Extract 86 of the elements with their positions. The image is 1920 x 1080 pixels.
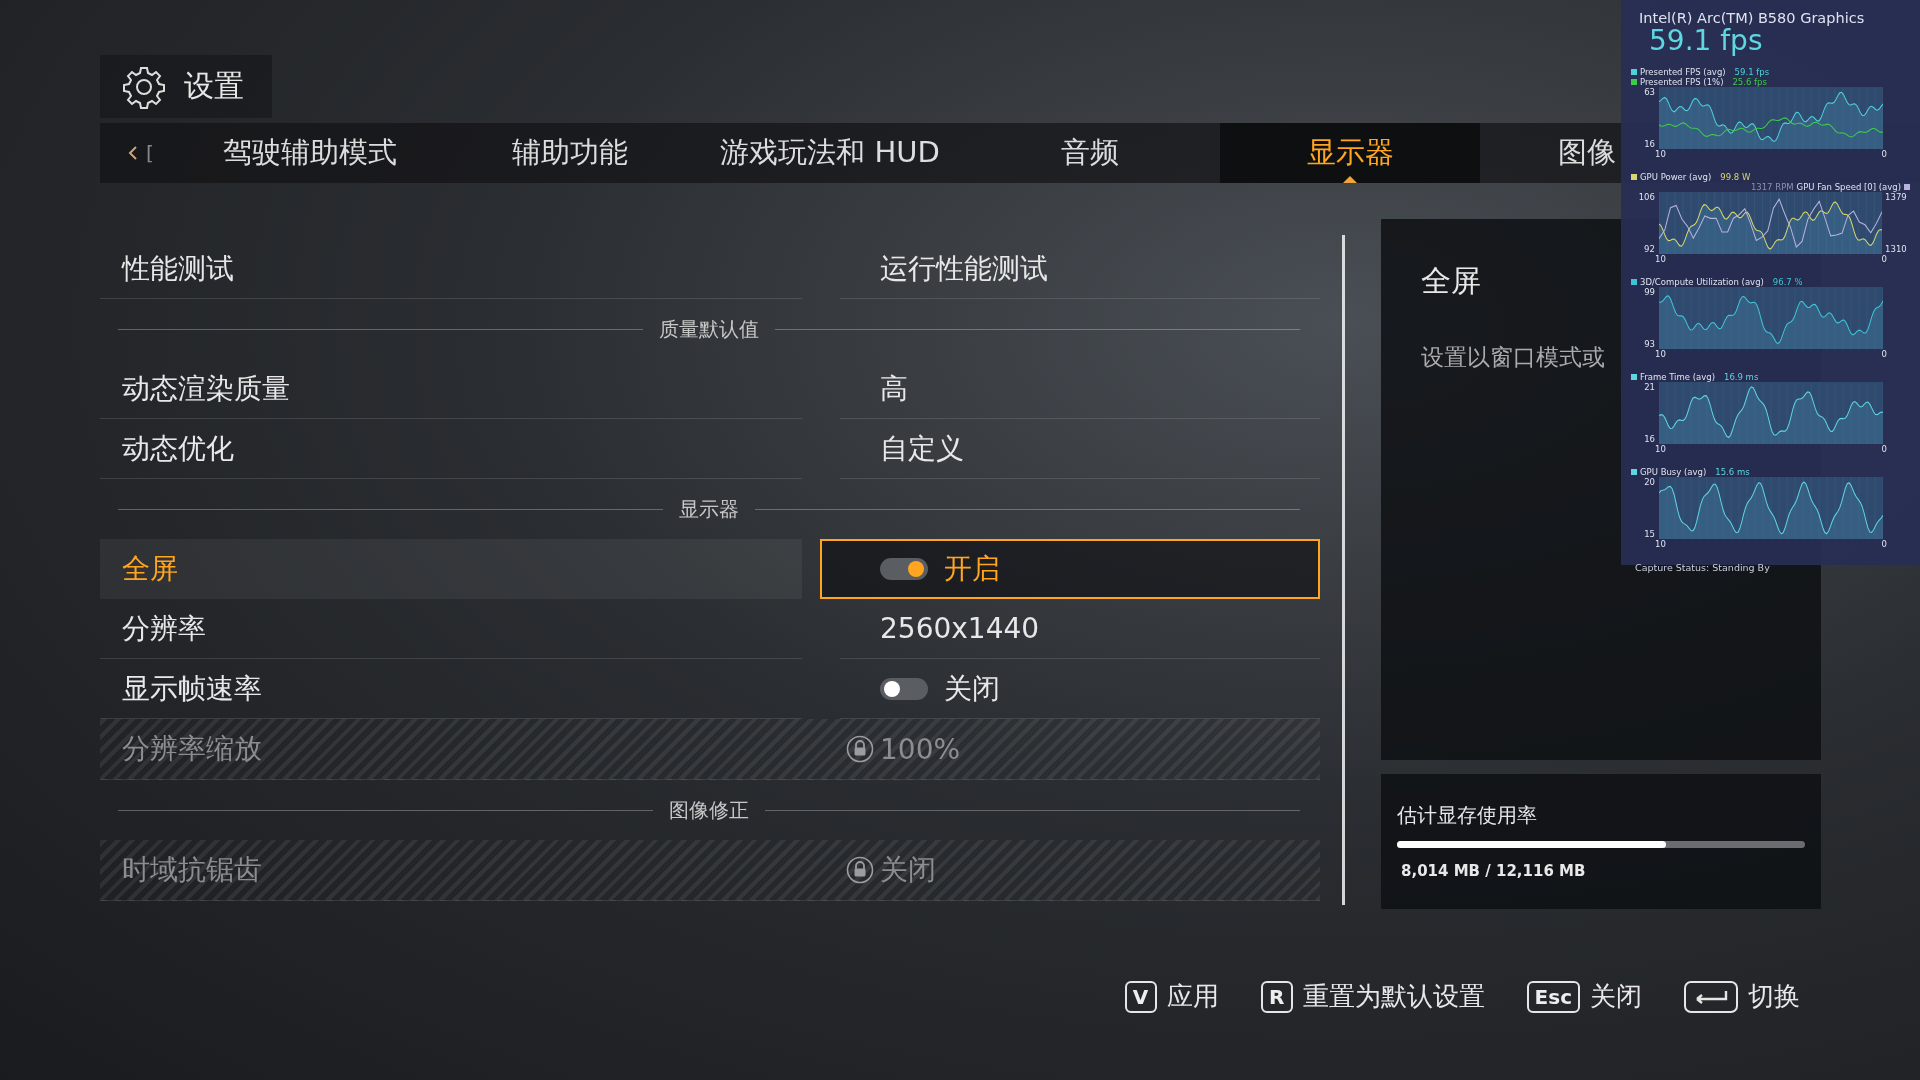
fps-reading: 59.1 fps bbox=[1649, 26, 1764, 57]
setting-label[interactable]: 动态渲染质量 bbox=[100, 359, 802, 419]
axis-tick: 0 bbox=[1881, 253, 1887, 264]
section-heading: 图像修正 bbox=[669, 796, 749, 824]
axis-tick: 10 bbox=[1655, 348, 1666, 359]
axis-tick: 16 bbox=[1644, 138, 1655, 149]
axis-tick: 1310 bbox=[1885, 243, 1907, 254]
setting-label[interactable]: 分辨率 bbox=[100, 599, 802, 659]
focus-frame[interactable]: 开启 bbox=[820, 539, 1320, 599]
setting-value: 2560x1440 bbox=[880, 612, 1040, 645]
axis-tick: 63 bbox=[1644, 86, 1655, 97]
legend-label: Presented FPS (1%) bbox=[1640, 76, 1724, 87]
setting-label[interactable]: 时域抗锯齿 bbox=[100, 840, 802, 900]
toggle-switch[interactable] bbox=[880, 558, 928, 580]
legend-label: Presented FPS (avg) bbox=[1640, 66, 1726, 77]
hint-label: 关闭 bbox=[1590, 980, 1642, 1013]
setting-value: 100% bbox=[880, 732, 961, 766]
axis-tick: 1379 bbox=[1885, 191, 1907, 202]
setting-value: 高 bbox=[880, 370, 908, 407]
toggle-label: 开启 bbox=[944, 551, 1000, 587]
info-title: 全屏 bbox=[1421, 262, 1481, 300]
axis-tick: 106 bbox=[1638, 191, 1655, 202]
legend-value: 99.8 W bbox=[1720, 171, 1751, 182]
legend-value: 15.6 ms bbox=[1715, 466, 1750, 477]
setting-label[interactable]: 全屏 bbox=[100, 539, 802, 599]
legend-label: 3D/Compute Utilization (avg) bbox=[1640, 276, 1764, 287]
legend-label: Frame Time (avg) bbox=[1640, 371, 1715, 382]
axis-tick: 16 bbox=[1644, 433, 1655, 444]
setting-label[interactable]: 分辨率缩放 bbox=[100, 719, 802, 779]
axis-tick: 93 bbox=[1644, 338, 1655, 349]
setting-value: 运行性能测试 bbox=[880, 250, 1048, 287]
tab[interactable]: 驾驶辅助模式 bbox=[180, 123, 440, 183]
caret-icon bbox=[1343, 176, 1357, 183]
legend-label: GPU Fan Speed [0] (avg) bbox=[1796, 181, 1901, 192]
legend-label: GPU Power (avg) bbox=[1640, 171, 1712, 182]
axis-tick: 10 bbox=[1655, 148, 1666, 159]
axis-tick: 10 bbox=[1655, 253, 1666, 264]
setting-value: 自定义 bbox=[880, 430, 964, 467]
legend-label: GPU Busy (avg) bbox=[1640, 466, 1707, 477]
info-description: 设置以窗口模式或 bbox=[1421, 343, 1605, 372]
chevron-left-icon[interactable] bbox=[128, 146, 138, 160]
axis-tick: 0 bbox=[1881, 538, 1887, 549]
hint-label: 切换 bbox=[1748, 980, 1800, 1013]
hint-label: 应用 bbox=[1166, 980, 1219, 1013]
lock-icon bbox=[846, 735, 874, 763]
legend-value: 25.6 fps bbox=[1732, 76, 1767, 87]
lock-icon bbox=[846, 856, 874, 884]
hint-label: 重置为默认设置 bbox=[1302, 980, 1485, 1013]
key-cap[interactable]: Esc bbox=[1526, 980, 1580, 1013]
setting-label[interactable]: 动态优化 bbox=[100, 419, 802, 479]
toggle-label: 关闭 bbox=[944, 670, 1000, 707]
axis-tick: 99 bbox=[1644, 286, 1655, 297]
axis-tick: 10 bbox=[1655, 538, 1666, 549]
legend-value: 1317 RPM bbox=[1750, 181, 1794, 192]
toggle-switch[interactable] bbox=[880, 677, 928, 700]
legend-value: 96.7 % bbox=[1772, 276, 1803, 287]
key-cap[interactable]: R bbox=[1260, 980, 1293, 1013]
axis-tick: 21 bbox=[1644, 381, 1655, 392]
tab[interactable]: 辅助功能 bbox=[440, 123, 700, 183]
enter-key-icon[interactable] bbox=[1684, 980, 1738, 1013]
settings-icon bbox=[122, 64, 166, 109]
page-title: 设置 bbox=[184, 67, 244, 105]
capture-status: Capture Status: Standing By bbox=[1634, 561, 1771, 573]
axis-tick: 0 bbox=[1881, 148, 1887, 159]
scrollbar[interactable] bbox=[1342, 235, 1345, 905]
axis-tick: 20 bbox=[1644, 476, 1655, 487]
axis-tick: 15 bbox=[1644, 528, 1655, 539]
axis-tick: 92 bbox=[1644, 243, 1655, 254]
tab[interactable]: 游戏玩法和 HUD bbox=[700, 123, 960, 183]
axis-tick: 0 bbox=[1881, 443, 1887, 454]
setting-label[interactable]: 显示帧速率 bbox=[100, 659, 802, 719]
vram-label: 估计显存使用率 bbox=[1397, 802, 1537, 829]
section-heading: 显示器 bbox=[679, 495, 739, 523]
gpu-name: Intel(R) Arc(TM) B580 Graphics bbox=[1638, 10, 1866, 26]
key-cap[interactable]: V bbox=[1124, 980, 1157, 1013]
bumper-hint: [ bbox=[146, 141, 154, 165]
section-heading: 质量默认值 bbox=[659, 315, 759, 343]
axis-tick: 0 bbox=[1881, 348, 1887, 359]
tab[interactable]: 显示器 bbox=[1220, 123, 1480, 183]
vram-reading: 8,014 MB / 12,116 MB bbox=[1400, 862, 1586, 880]
setting-value: 关闭 bbox=[880, 852, 936, 888]
legend-value: 16.9 ms bbox=[1723, 371, 1759, 382]
axis-tick: 10 bbox=[1655, 443, 1666, 454]
legend-value: 59.1 fps bbox=[1734, 66, 1770, 77]
tab[interactable]: 音频 bbox=[960, 123, 1220, 183]
setting-label[interactable]: 性能测试 bbox=[100, 239, 802, 299]
